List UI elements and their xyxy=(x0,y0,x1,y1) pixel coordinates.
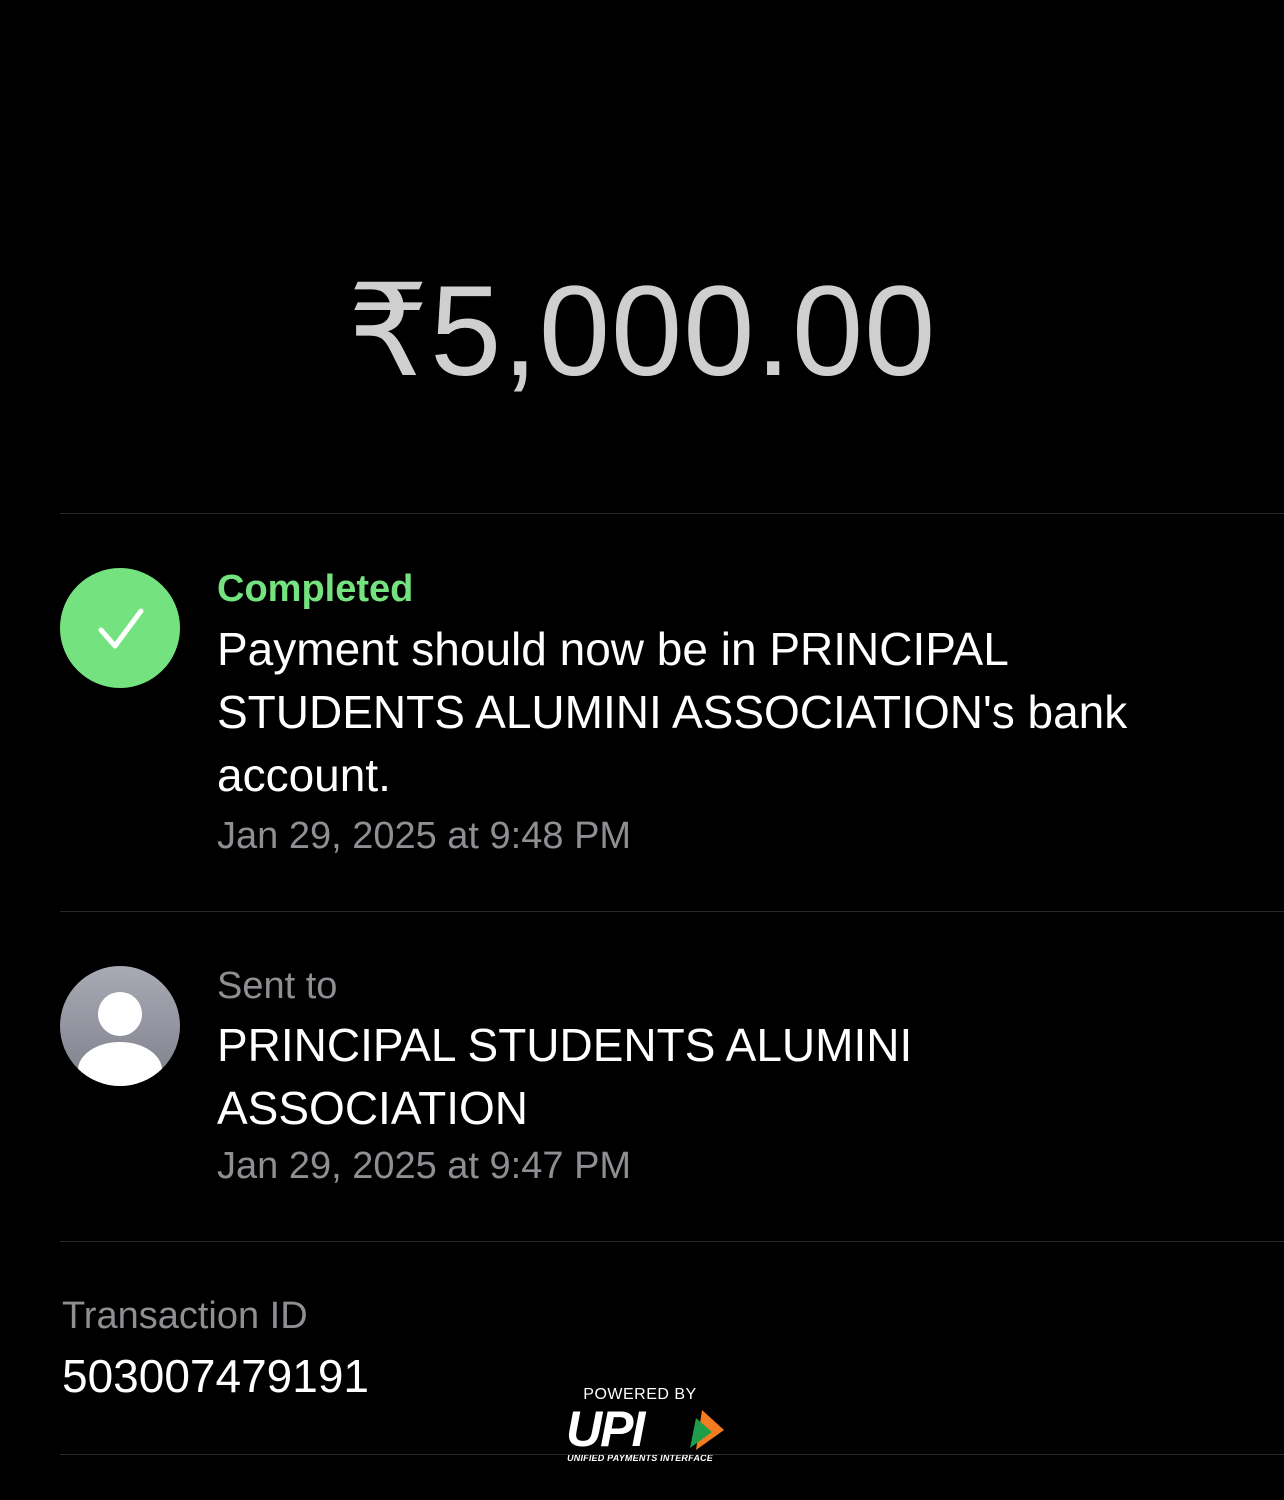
sent-to-label: Sent to xyxy=(217,965,338,1007)
status-label: Completed xyxy=(217,568,414,610)
status-timestamp: Jan 29, 2025 at 9:48 PM xyxy=(217,815,632,857)
checkmark-icon xyxy=(60,568,180,688)
recipient-name[interactable]: PRINCIPAL STUDENTS ALUMINI ASSOCIATION xyxy=(217,1014,977,1140)
sent-timestamp: Jan 29, 2025 at 9:47 PM xyxy=(217,1145,632,1187)
upi-logo-text: UPI xyxy=(566,1404,646,1452)
transaction-id-value[interactable]: 503007479191 xyxy=(62,1348,369,1404)
divider xyxy=(60,911,1284,912)
divider xyxy=(60,513,1284,514)
status-message: Payment should now be in PRINCIPAL STUDE… xyxy=(217,623,1128,801)
powered-by-label: POWERED BY xyxy=(583,1386,697,1403)
divider xyxy=(60,1454,1284,1455)
upi-badge: POWERED BY UPI UNIFIED PAYMENTS INTERFAC… xyxy=(560,1386,730,1470)
payment-amount: ₹5,000.00 xyxy=(347,260,937,403)
upi-logo-icon: UPI xyxy=(566,1404,724,1452)
divider xyxy=(60,1241,1284,1242)
person-icon[interactable] xyxy=(60,966,180,1086)
transaction-id-label: Transaction ID xyxy=(62,1295,308,1337)
